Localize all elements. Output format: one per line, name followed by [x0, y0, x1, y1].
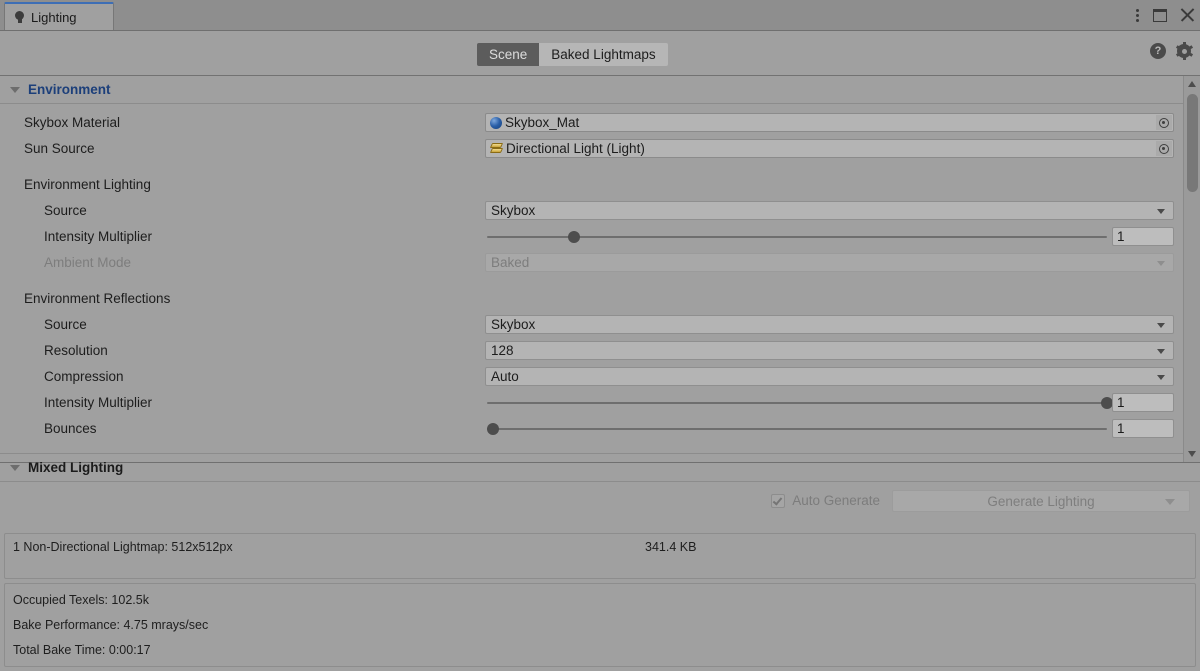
dropdown-refl-compression[interactable]: Auto: [485, 367, 1174, 386]
slider-handle[interactable]: [567, 231, 580, 243]
section-title-environment: Environment: [28, 82, 111, 97]
bake-stats-panel: Occupied Texels: 102.5k Bake Performance…: [4, 583, 1196, 667]
auto-generate-control[interactable]: Auto Generate: [771, 493, 880, 508]
chevron-down-icon: [10, 464, 20, 471]
value-env-lighting-intensity[interactable]: 1: [1112, 227, 1174, 246]
bake-performance: Bake Performance: 4.75 mrays/sec: [13, 618, 209, 632]
auto-generate-checkbox[interactable]: [771, 493, 786, 508]
occupied-texels: Occupied Texels: 102.5k: [13, 593, 149, 607]
chevron-down-icon: [1157, 375, 1165, 380]
dropdown-refl-resolution[interactable]: 128: [485, 341, 1174, 360]
scroll-up-arrow-icon[interactable]: [1188, 81, 1196, 87]
scrollbar-thumb[interactable]: [1187, 94, 1198, 192]
value-refl-intensity[interactable]: 1: [1112, 393, 1174, 412]
label-refl-compression: Compression: [44, 369, 124, 384]
label-env-lighting-intensity: Intensity Multiplier: [44, 229, 153, 244]
chevron-down-icon: [1157, 209, 1165, 214]
generate-lighting-button[interactable]: Generate Lighting: [892, 490, 1190, 512]
value-ambient-mode: Baked: [491, 255, 530, 270]
toolbar-right-icons: ?: [1150, 42, 1193, 60]
lighting-settings-body: Environment Skybox Material Skybox_Mat S…: [0, 76, 1200, 482]
row-ambient-mode: Ambient Mode Baked: [0, 251, 1200, 277]
object-picker-button-skybox[interactable]: [1156, 115, 1172, 130]
row-env-lighting-source: Source Skybox: [0, 199, 1200, 225]
label-skybox-material: Skybox Material: [24, 115, 121, 130]
tab-scene[interactable]: Scene: [477, 43, 540, 66]
row-env-lighting-intensity: Intensity Multiplier 1: [0, 225, 1200, 251]
label-refl-bounces: Bounces: [44, 421, 97, 436]
light-icon: [489, 142, 504, 155]
row-refl-resolution: Resolution 128: [0, 339, 1200, 365]
tab-lighting-label: Lighting: [31, 9, 77, 25]
generate-bar: Auto Generate Generate Lighting: [0, 490, 1200, 532]
material-sphere-icon: [490, 116, 502, 129]
row-refl-source: Source Skybox: [0, 313, 1200, 339]
label-refl-intensity: Intensity Multiplier: [44, 395, 153, 410]
chevron-down-icon: [10, 86, 20, 93]
auto-generate-label: Auto Generate: [792, 493, 880, 508]
object-picker-button-sun[interactable]: [1156, 141, 1172, 156]
value-refl-bounces[interactable]: 1: [1112, 419, 1174, 438]
close-icon[interactable]: [1180, 8, 1194, 22]
row-skybox-material: Skybox Material Skybox_Mat: [0, 111, 1200, 137]
label-ambient-mode: Ambient Mode: [44, 255, 132, 270]
gear-icon[interactable]: [1175, 42, 1193, 60]
slider-refl-bounces[interactable]: [487, 423, 1107, 435]
window-titlebar: Lighting: [0, 0, 1200, 31]
lightbulb-icon: [14, 10, 25, 24]
generate-lighting-label: Generate Lighting: [987, 493, 1095, 509]
label-env-lighting-source: Source: [44, 203, 87, 218]
label-refl-source: Source: [44, 317, 87, 332]
value-refl-source: Skybox: [491, 317, 536, 332]
slider-refl-intensity[interactable]: [487, 397, 1113, 409]
label-sun-source: Sun Source: [24, 141, 95, 156]
field-sun-source[interactable]: Directional Light (Light): [485, 139, 1174, 158]
field-skybox-material[interactable]: Skybox_Mat: [485, 113, 1174, 132]
slider-env-lighting-intensity[interactable]: [487, 231, 1107, 243]
row-environment-reflections-group: Environment Reflections: [0, 287, 1200, 313]
scroll-down-arrow-icon[interactable]: [1188, 451, 1196, 457]
lightmap-size: 341.4 KB: [645, 540, 697, 554]
section-header-mixed-lighting[interactable]: Mixed Lighting: [0, 453, 1200, 482]
chevron-down-icon: [1157, 349, 1165, 354]
value-refl-resolution: 128: [491, 343, 514, 358]
vertical-scrollbar[interactable]: [1183, 76, 1200, 462]
value-sun-source: Directional Light (Light): [506, 141, 645, 156]
kebab-menu-icon[interactable]: [1136, 7, 1140, 23]
row-environment-lighting-group: Environment Lighting: [0, 173, 1200, 199]
section-header-environment[interactable]: Environment: [0, 76, 1200, 104]
lightmap-info: 1 Non-Directional Lightmap: 512x512px: [13, 540, 233, 554]
dropdown-env-lighting-source[interactable]: Skybox: [485, 201, 1174, 220]
value-skybox-material: Skybox_Mat: [505, 115, 580, 130]
tab-lighting[interactable]: Lighting: [4, 2, 114, 30]
lighting-window: Lighting Scene Baked Lightmaps ? Environ…: [0, 0, 1200, 671]
label-refl-resolution: Resolution: [44, 343, 108, 358]
dropdown-refl-source[interactable]: Skybox: [485, 315, 1174, 334]
maximize-icon[interactable]: [1153, 8, 1167, 22]
label-environment-lighting: Environment Lighting: [24, 177, 151, 192]
chevron-down-icon[interactable]: [1165, 499, 1175, 505]
tab-baked-lightmaps[interactable]: Baked Lightmaps: [539, 43, 668, 66]
dropdown-ambient-mode: Baked: [485, 253, 1174, 272]
chevron-down-icon: [1157, 323, 1165, 328]
row-refl-bounces: Bounces 1: [0, 417, 1200, 443]
total-bake-time: Total Bake Time: 0:00:17: [13, 643, 151, 657]
row-sun-source: Sun Source Directional Light (Light): [0, 137, 1200, 163]
help-icon[interactable]: ?: [1150, 43, 1166, 59]
lightmap-stats-panel: 1 Non-Directional Lightmap: 512x512px 34…: [4, 533, 1196, 579]
mode-tab-group: Scene Baked Lightmaps: [477, 43, 668, 66]
window-controls: [1136, 0, 1194, 30]
row-refl-intensity: Intensity Multiplier 1: [0, 391, 1200, 417]
window-toolbar: Scene Baked Lightmaps ?: [0, 31, 1200, 76]
chevron-down-icon: [1157, 261, 1165, 266]
value-env-lighting-source: Skybox: [491, 203, 536, 218]
slider-handle[interactable]: [487, 423, 500, 435]
section-title-mixed-lighting: Mixed Lighting: [28, 460, 124, 475]
row-refl-compression: Compression Auto: [0, 365, 1200, 391]
label-environment-reflections: Environment Reflections: [24, 291, 171, 306]
value-refl-compression: Auto: [491, 369, 519, 384]
